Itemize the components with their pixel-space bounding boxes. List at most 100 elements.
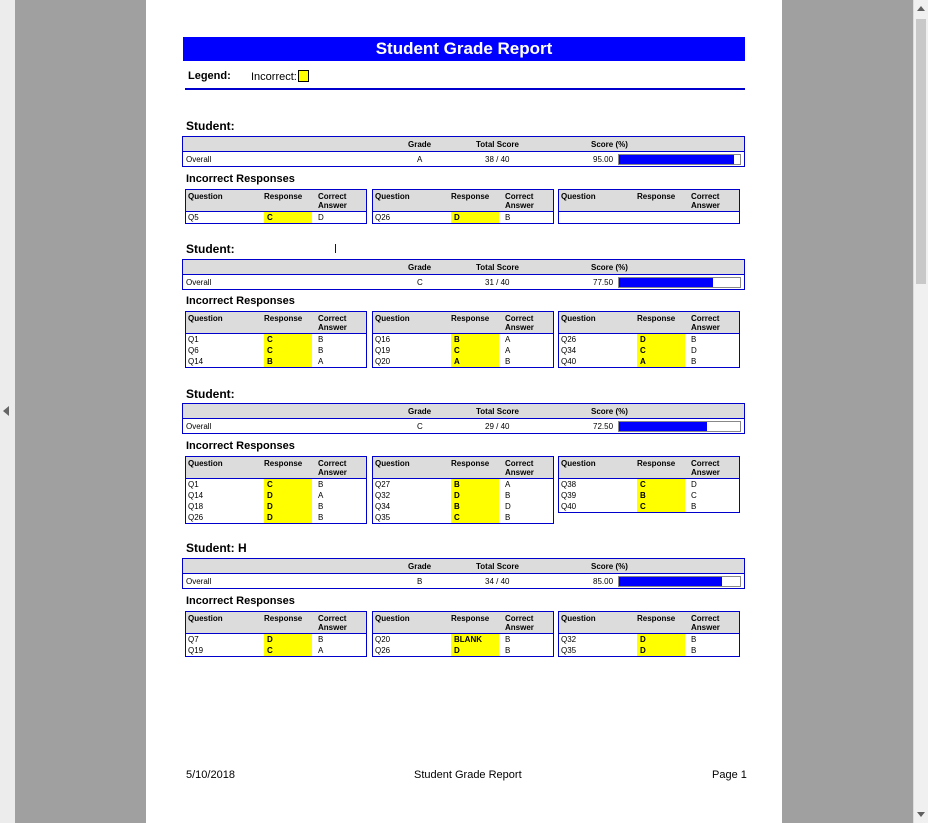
question-header: Question (561, 459, 596, 468)
incorrect-responses-table: Question Response Correct Answer Q27 B A Q32 D B Q… (372, 456, 554, 524)
score-pct-value: 95.00 (593, 155, 614, 164)
response-cell: B (637, 490, 685, 501)
response-header: Response (637, 614, 676, 623)
left-gutter (0, 0, 15, 823)
correct-answer-header: Correct Answer (318, 314, 347, 332)
score-summary-row: Overall B 34 / 40 85.00 (183, 574, 744, 588)
question-cell: Q32 (375, 491, 391, 500)
response-header: Response (264, 314, 303, 323)
correct-answer-cell: B (318, 346, 324, 355)
legend-divider (185, 88, 745, 90)
text-cursor (335, 244, 336, 253)
vertical-scrollbar[interactable] (913, 0, 928, 823)
table-row: Q27 B A (373, 479, 553, 490)
response-cell: C (451, 512, 499, 523)
score-progress-fill (619, 577, 722, 586)
question-header: Question (375, 192, 410, 201)
response-cell: D (637, 634, 685, 645)
question-cell: Q14 (188, 357, 204, 366)
correct-answer-cell: C (691, 491, 697, 500)
total-score-value: 29 / 40 (485, 422, 510, 431)
score-summary-row: Overall A 38 / 40 95.00 (183, 152, 744, 166)
total-score-header: Total Score (476, 562, 519, 571)
response-header: Response (264, 192, 303, 201)
question-header: Question (375, 614, 410, 623)
response-cell: B (264, 356, 312, 367)
score-summary-row: Overall C 31 / 40 77.50 (183, 275, 744, 289)
question-cell: Q5 (188, 213, 199, 222)
score-summary-header: Grade Total Score Score (%) (183, 404, 744, 419)
total-score-header: Total Score (476, 407, 519, 416)
question-cell: Q35 (375, 513, 391, 522)
response-header: Response (637, 459, 676, 468)
incorrect-responses-label: Incorrect Responses (186, 595, 295, 607)
question-cell: Q20 (375, 635, 391, 644)
response-cell: D (264, 490, 312, 501)
table-row: Q1 C B (186, 334, 366, 345)
response-cell: C (264, 645, 312, 656)
incorrect-responses-table: Question Response Correct Answer Q16 B A Q19 C A Q… (372, 311, 554, 368)
score-progress-bar (618, 421, 741, 432)
correct-answer-header: Correct Answer (505, 314, 534, 332)
total-score-header: Total Score (476, 263, 519, 272)
score-pct-header: Score (%) (591, 263, 628, 272)
collapse-arrow-icon[interactable] (3, 406, 9, 416)
student-label: Student: H (186, 541, 247, 555)
scroll-down-arrow-icon[interactable] (917, 812, 925, 817)
score-summary-header: Grade Total Score Score (%) (183, 260, 744, 275)
report-page: Student Grade Report Legend: Incorrect: … (146, 0, 782, 823)
scroll-up-arrow-icon[interactable] (917, 6, 925, 11)
score-pct-value: 85.00 (593, 577, 614, 586)
incorrect-table-header: Question Response Correct Answer (373, 312, 553, 334)
question-header: Question (188, 459, 223, 468)
response-cell: C (264, 479, 312, 490)
table-row: Q32 D B (373, 490, 553, 501)
question-cell: Q40 (561, 502, 577, 511)
incorrect-responses-table: Question Response Correct Answer Q1 C B Q14 D A Q1… (185, 456, 367, 524)
question-cell: Q34 (375, 502, 391, 511)
score-summary-table: Grade Total Score Score (%) Overall C 31 / 40… (182, 259, 745, 290)
total-score-value: 38 / 40 (485, 155, 510, 164)
correct-answer-cell: A (318, 646, 324, 655)
score-summary-table: Grade Total Score Score (%) Overall A 38 / 40… (182, 136, 745, 167)
grade-header: Grade (408, 562, 432, 571)
correct-answer-cell: B (505, 357, 511, 366)
total-score-header: Total Score (476, 140, 519, 149)
question-cell: Q26 (188, 513, 204, 522)
table-row: Q1 C B (186, 479, 366, 490)
incorrect-responses-table: Question Response Correct Answer Q7 D B Q19 C A (185, 611, 367, 657)
question-cell: Q40 (561, 357, 577, 366)
table-row: Q38 C D (559, 479, 739, 490)
incorrect-table-header: Question Response Correct Answer (373, 612, 553, 634)
response-header: Response (451, 614, 490, 623)
correct-answer-cell: B (691, 646, 697, 655)
response-cell: D (264, 634, 312, 645)
response-cell: D (451, 645, 499, 656)
student-label: Student: (186, 387, 235, 401)
question-header: Question (188, 314, 223, 323)
question-header: Question (188, 192, 223, 201)
correct-answer-header: Correct Answer (318, 614, 347, 632)
grade-header: Grade (408, 140, 432, 149)
incorrect-responses-table: Question Response Correct Answer Q1 C B Q6 C B Q14… (185, 311, 367, 368)
response-cell: BLANK (451, 634, 499, 645)
grade-value: A (417, 155, 423, 164)
question-cell: Q32 (561, 635, 577, 644)
score-progress-bar (618, 277, 741, 288)
question-cell: Q34 (561, 346, 577, 355)
question-header: Question (375, 459, 410, 468)
table-row: Q20 BLANK B (373, 634, 553, 645)
question-cell: Q1 (188, 480, 199, 489)
response-cell: D (451, 212, 499, 223)
incorrect-responses-table: Question Response Correct Answer (558, 189, 740, 224)
question-header: Question (561, 314, 596, 323)
row-label: Overall (186, 577, 212, 586)
response-cell: D (637, 334, 685, 345)
correct-answer-header: Correct Answer (691, 314, 720, 332)
table-row: Q5 C D (186, 212, 366, 223)
question-header: Question (188, 614, 223, 623)
response-cell: A (451, 356, 499, 367)
scrollbar-thumb[interactable] (916, 19, 926, 284)
correct-answer-cell: B (691, 502, 697, 511)
table-row: Q20 A B (373, 356, 553, 367)
